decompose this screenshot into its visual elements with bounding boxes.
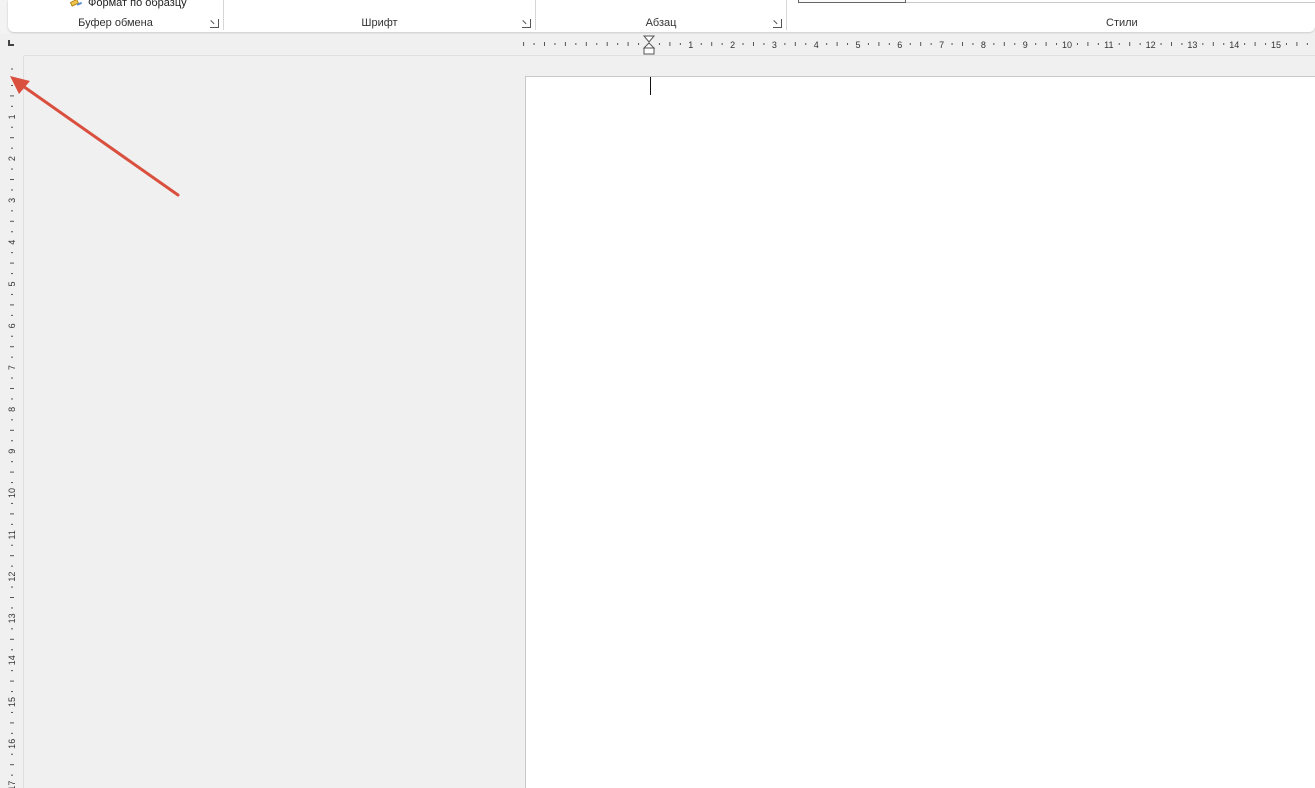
paragraph-group: Абзац [536,0,786,32]
dialog-launcher-icon[interactable] [773,19,782,28]
ruler-number: 1 [7,114,17,119]
ruler-number: 10 [7,488,17,498]
ruler-number: 17 [7,781,17,788]
ruler-number: 15 [7,697,17,707]
ruler-number: 2 [7,156,17,161]
vertical-ruler[interactable]: 1 2 3 4 5 6 7 8 9 10 11 12 13 14 15 16 17 [0,56,24,788]
hanging-indent-marker [642,42,656,49]
ruler-number: 12 [1146,40,1156,50]
styles-group-label: Стили [1106,17,1138,29]
ruler-number: 13 [7,613,17,623]
ruler-number: 13 [1187,40,1197,50]
ruler-number: 8 [7,407,17,412]
ruler-number: 9 [1023,40,1028,50]
left-tab-icon[interactable] [8,40,14,46]
dialog-launcher-icon[interactable] [210,19,219,28]
clipboard-group-label: Буфер обмена [78,17,153,29]
ruler-number: 8 [981,40,986,50]
ruler-number: 14 [7,655,17,665]
ruler-number: 2 [730,40,735,50]
ruler-number: 10 [1062,40,1072,50]
ruler-number: 11 [1104,40,1113,50]
vertical-ruler-scale: 1234567891011121314151617 [7,68,17,788]
ruler-number: 7 [7,365,17,370]
ruler-number: 5 [7,281,17,286]
ruler-number: 12 [7,572,17,582]
dialog-launcher-icon[interactable] [522,19,531,28]
left-indent-marker [643,47,655,55]
indent-marker-icon [642,35,656,55]
first-line-indent-marker [642,35,656,43]
font-group-label: Шрифт [361,17,398,29]
ruler-number: 3 [772,40,777,50]
ruler-number: 6 [7,323,17,328]
ruler-number: 1 [688,40,693,50]
ruler-number: 11 [7,530,17,539]
horizontal-ruler-scale: 1 2 3 4 5 6 7 8 9 10 11 12 13 14 15 [523,35,1308,55]
paragraph-group-label: Абзац [645,17,677,29]
ruler-number: 14 [1229,40,1239,50]
font-group: Шрифт [224,0,535,32]
ruler-number: 9 [7,449,17,454]
horizontal-ruler[interactable]: 1 2 3 4 5 6 7 8 9 10 11 12 13 14 15 [24,34,1315,56]
clipboard-group: Буфер обмена [8,0,223,32]
ruler-number: 15 [1271,40,1281,50]
document-page[interactable] [525,76,1315,788]
ruler-number: 16 [7,739,17,749]
ruler-number: 4 [7,240,17,245]
ruler-number: 7 [939,40,944,50]
text-cursor [650,77,651,95]
styles-group: Стили [787,0,1315,32]
ruler-number: 6 [897,40,902,50]
ruler-number: 3 [7,198,17,203]
ruler-number: 4 [814,40,819,50]
ribbon: Формат по образцу Буфер обмена Шрифт Абз… [0,0,1315,34]
ruler-number: 5 [855,40,860,50]
